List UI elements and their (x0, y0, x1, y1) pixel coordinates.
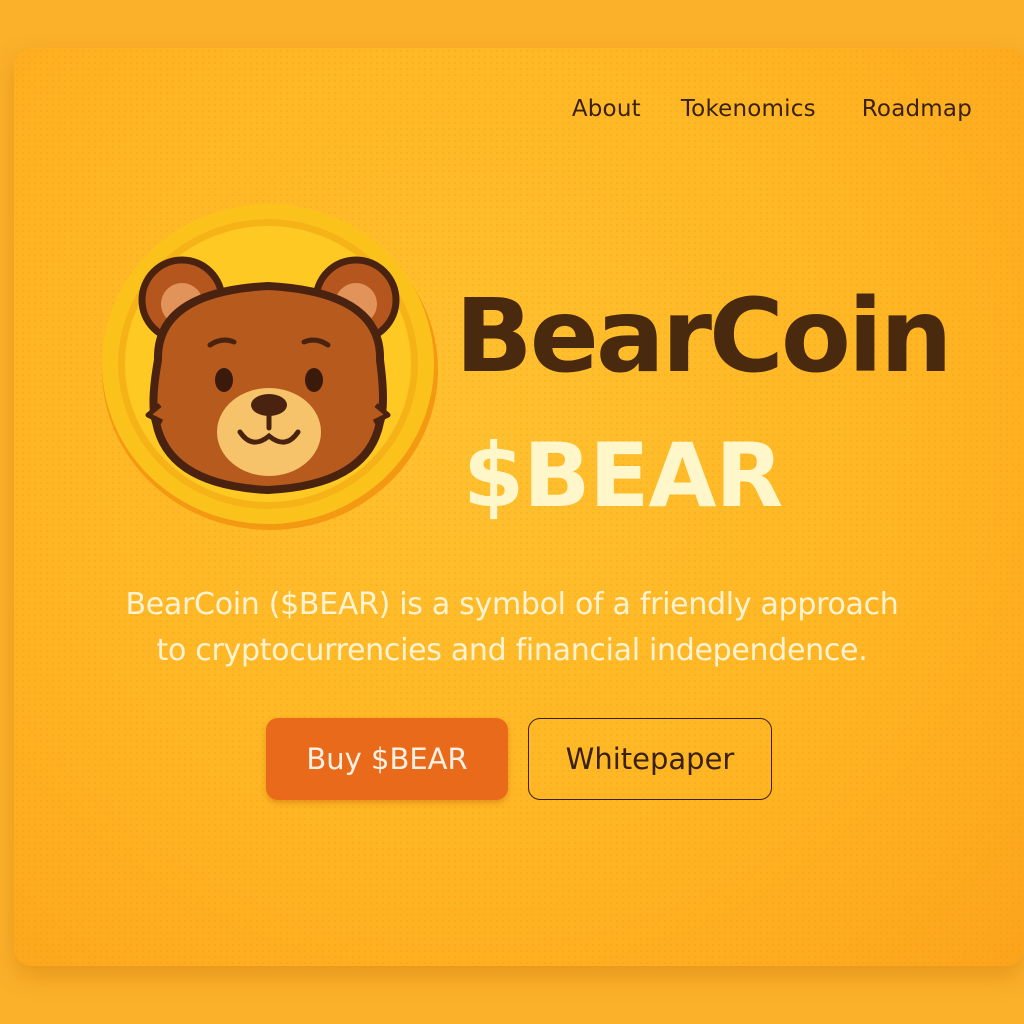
ticker-symbol: $BEAR (463, 424, 783, 527)
whitepaper-button[interactable]: Whitepaper (528, 718, 772, 800)
description-line-2: to cryptocurrencies and financial indepe… (156, 633, 868, 668)
nav-tokenomics-link[interactable]: Tokenomics (681, 96, 816, 122)
description-line-1: BearCoin ($BEAR) is a symbol of a friend… (125, 587, 899, 622)
nav-about-link[interactable]: About (572, 96, 641, 122)
bear-coin-logo-icon (102, 204, 438, 530)
brand-title: BearCoin (455, 277, 953, 396)
buy-bear-button[interactable]: Buy $BEAR (266, 718, 508, 800)
page: About Tokenomics Roadmap BearCoin $BEAR … (0, 0, 1024, 1024)
nav-roadmap-link[interactable]: Roadmap (862, 96, 972, 122)
top-nav: About Tokenomics Roadmap (572, 96, 972, 122)
hero-description: BearCoin ($BEAR) is a symbol of a friend… (0, 582, 1024, 674)
